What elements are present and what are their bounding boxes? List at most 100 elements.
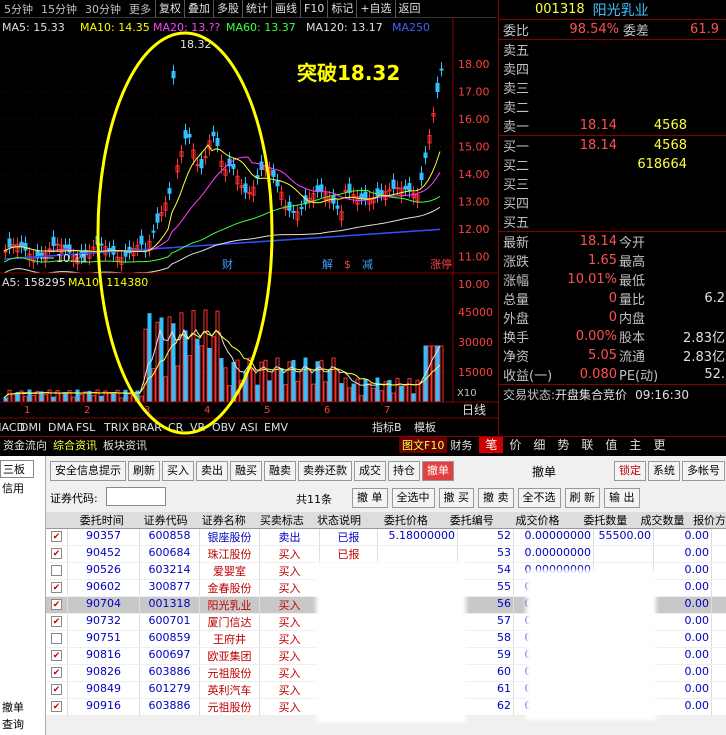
col-header[interactable]: 委托数量 bbox=[577, 512, 635, 528]
action-btn-6[interactable]: 输 出 bbox=[604, 488, 640, 508]
row-checkbox[interactable] bbox=[51, 565, 62, 576]
trade-btn-5[interactable]: 融卖 bbox=[264, 461, 296, 481]
indicator-tab-fsl[interactable]: FSL bbox=[76, 421, 96, 434]
row-checkbox[interactable]: ✔ bbox=[51, 701, 62, 712]
daily-label[interactable]: 日线 bbox=[462, 403, 486, 417]
candle bbox=[107, 247, 112, 251]
multi-stock-button[interactable]: 多股 bbox=[213, 0, 242, 18]
action-btn-3[interactable]: 撤 卖 bbox=[478, 488, 514, 508]
candle bbox=[23, 242, 28, 251]
col-header[interactable]: 报价方 bbox=[691, 512, 726, 528]
tab-trades[interactable]: 笔 bbox=[479, 437, 504, 453]
indicator-b-button[interactable]: 指标B bbox=[372, 420, 402, 434]
price-tick: 17.00 bbox=[458, 86, 490, 99]
row-checkbox[interactable] bbox=[51, 633, 62, 644]
row-checkbox[interactable]: ✔ bbox=[51, 650, 62, 661]
indicator-tab-dmi[interactable]: DMI bbox=[20, 421, 41, 434]
col-header[interactable]: 买卖标志 bbox=[253, 512, 312, 528]
col-header[interactable]: 状态说明 bbox=[311, 512, 368, 528]
timeframe-15min[interactable]: 15分钟 bbox=[37, 1, 81, 17]
row-checkbox[interactable]: ✔ bbox=[51, 684, 62, 695]
timeframe-more[interactable]: 更多 bbox=[125, 1, 155, 17]
candle bbox=[395, 187, 400, 190]
candle bbox=[99, 243, 104, 246]
candle bbox=[155, 213, 160, 223]
add-watchlist-button[interactable]: +自选 bbox=[356, 0, 394, 18]
right-btn-1[interactable]: 系统 bbox=[648, 461, 680, 481]
tab-sector-news[interactable]: 板块资讯 bbox=[100, 437, 150, 453]
cell-time: 90452 bbox=[68, 546, 140, 562]
col-header[interactable]: 成交价格 bbox=[499, 512, 577, 528]
mark-button[interactable]: 标记 bbox=[327, 0, 356, 18]
col-header[interactable]: 证券代码 bbox=[137, 512, 196, 528]
kline-chart[interactable]: MA5: 15.33 MA10: 14.35 MA20: 13.?? MA60:… bbox=[0, 18, 498, 436]
trade-btn-0[interactable]: 安全信息提示 bbox=[50, 461, 126, 481]
overlay-button[interactable]: 叠加 bbox=[184, 0, 213, 18]
tab-capital-flow[interactable]: 资金流向 bbox=[0, 437, 50, 453]
timeframe-30min[interactable]: 30分钟 bbox=[81, 1, 125, 17]
indicator-tab-dma[interactable]: DMA bbox=[48, 421, 74, 434]
action-btn-4[interactable]: 全不选 bbox=[517, 488, 561, 508]
col-header[interactable]: 委托编号 bbox=[445, 512, 500, 528]
volume-bar bbox=[3, 397, 8, 403]
indicator-tab-trix[interactable]: TRIX bbox=[103, 421, 130, 434]
back-button[interactable]: 返回 bbox=[394, 0, 424, 18]
tab-f10[interactable]: 图文F10 bbox=[399, 437, 448, 453]
nav-sanban[interactable]: 三板 bbox=[0, 460, 34, 478]
stats-button[interactable]: 统计 bbox=[242, 0, 271, 18]
tab-price[interactable]: 价 bbox=[503, 437, 527, 453]
restore-rights-button[interactable]: 复权 bbox=[155, 0, 184, 18]
row-count: 共11条 bbox=[296, 493, 332, 506]
right-btn-0[interactable]: 锁定 bbox=[614, 461, 646, 481]
tab-main[interactable]: 主 bbox=[623, 437, 647, 453]
tab-finance[interactable]: 财务 bbox=[447, 437, 475, 453]
indicator-tab-emv[interactable]: EMV bbox=[264, 421, 288, 434]
f10-button[interactable]: F10 bbox=[300, 0, 327, 18]
col-header[interactable]: 证券名称 bbox=[195, 512, 254, 528]
col-header[interactable]: 委托价格 bbox=[368, 512, 446, 528]
nav-cancel[interactable]: 撤单 bbox=[0, 699, 26, 715]
trade-btn-2[interactable]: 买入 bbox=[162, 461, 194, 481]
candle bbox=[407, 183, 412, 192]
timeframe-5min[interactable]: 5分钟 bbox=[0, 1, 37, 17]
trade-btn-8[interactable]: 持仓 bbox=[388, 461, 420, 481]
buy-row: 买五 bbox=[499, 212, 726, 231]
row-checkbox[interactable]: ✔ bbox=[51, 582, 62, 593]
row-checkbox[interactable]: ✔ bbox=[51, 616, 62, 627]
trade-btn-1[interactable]: 刷新 bbox=[128, 461, 160, 481]
tab-more[interactable]: 更 bbox=[647, 437, 671, 453]
nav-credit[interactable]: 信用 bbox=[0, 478, 45, 498]
tab-trend[interactable]: 势 bbox=[551, 437, 575, 453]
tab-news[interactable]: 综合资讯 bbox=[50, 437, 100, 453]
tab-related[interactable]: 联 bbox=[575, 437, 599, 453]
tab-value[interactable]: 值 bbox=[599, 437, 623, 453]
right-btn-2[interactable]: 多帐号 bbox=[682, 461, 725, 481]
indicator-tab-asi[interactable]: ASI bbox=[240, 421, 258, 434]
row-checkbox[interactable]: ✔ bbox=[51, 548, 62, 559]
trade-toolbar: 安全信息提示 刷新 买入 卖出 融买 融卖 卖券还款 成交 持仓 撤单 bbox=[50, 461, 456, 481]
trade-btn-9[interactable]: 撤单 bbox=[422, 461, 454, 481]
col-header[interactable]: 成交数量 bbox=[635, 512, 692, 528]
draw-line-button[interactable]: 画线 bbox=[271, 0, 300, 18]
trade-btn-7[interactable]: 成交 bbox=[354, 461, 386, 481]
trade-btn-4[interactable]: 融买 bbox=[230, 461, 262, 481]
action-btn-2[interactable]: 撤 买 bbox=[438, 488, 474, 508]
order-row[interactable]: ✔ 90452 600684 珠江股份 买入 已报 53 0.00000000 0.00 bbox=[46, 546, 726, 563]
code-input[interactable] bbox=[106, 487, 166, 506]
row-checkbox[interactable]: ✔ bbox=[51, 531, 62, 542]
action-btn-1[interactable]: 全选中 bbox=[391, 488, 435, 508]
row-checkbox[interactable]: ✔ bbox=[51, 667, 62, 678]
tab-detail[interactable]: 细 bbox=[527, 437, 551, 453]
trade-btn-6[interactable]: 卖券还款 bbox=[298, 461, 352, 481]
nav-query[interactable]: 查询 bbox=[0, 716, 26, 732]
volume-tick: 30000 bbox=[458, 336, 493, 349]
row-checkbox[interactable]: ✔ bbox=[51, 599, 62, 610]
template-button[interactable]: 模板 bbox=[414, 420, 436, 434]
trade-btn-3[interactable]: 卖出 bbox=[196, 461, 228, 481]
stat-row: 净资 5.05 流通 2.83亿 bbox=[499, 346, 726, 365]
action-btn-0[interactable]: 撤 单 bbox=[352, 488, 388, 508]
action-btn-5[interactable]: 刷 新 bbox=[564, 488, 600, 508]
indicator-tab-obv[interactable]: OBV bbox=[212, 421, 236, 434]
order-row[interactable]: ✔ 90357 600858 银座股份 卖出 已报 5.18000000 52 0.000000… bbox=[46, 529, 726, 546]
col-header[interactable]: 委托时间 bbox=[67, 512, 138, 528]
